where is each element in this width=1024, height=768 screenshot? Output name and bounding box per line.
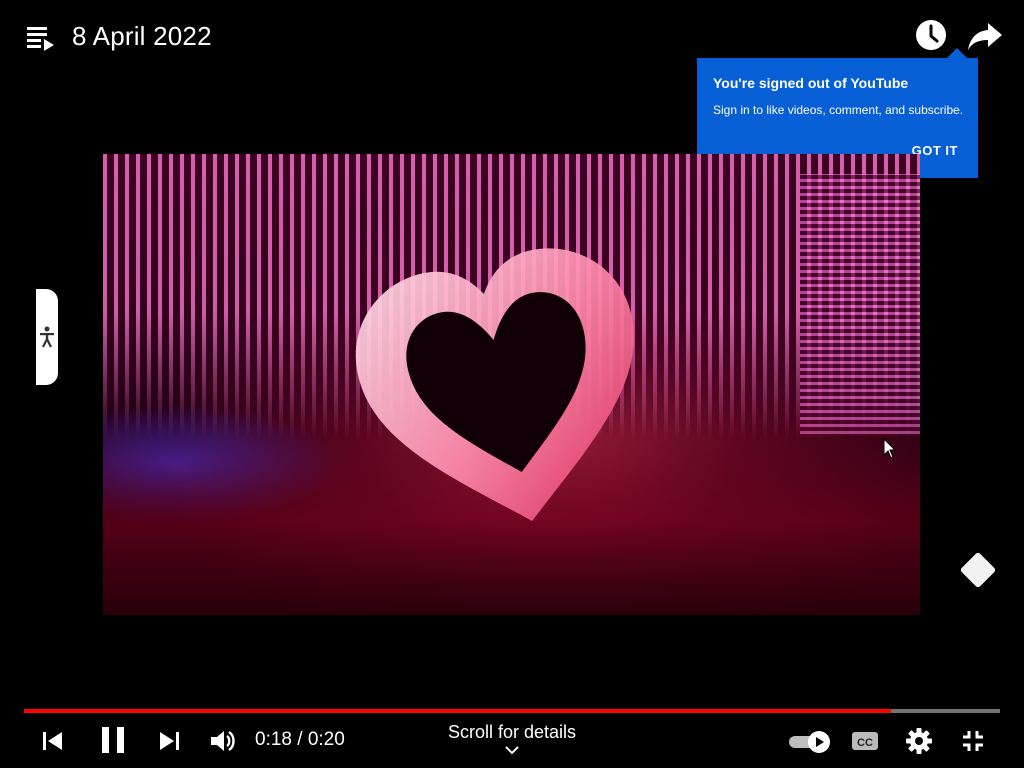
progress-bar[interactable]: [24, 709, 1000, 713]
accessibility-tab[interactable]: [36, 289, 58, 385]
diamond-button[interactable]: [956, 548, 1000, 592]
svg-text:CC: CC: [857, 737, 873, 749]
volume-button[interactable]: [208, 727, 236, 755]
video-heart-shape: [355, 248, 634, 521]
next-button[interactable]: [156, 728, 182, 754]
autoplay-toggle-icon: [789, 731, 830, 753]
tooltip-text: Sign in to like videos, comment, and sub…: [713, 103, 964, 117]
exit-fullscreen-icon: [963, 731, 983, 751]
autoplay-toggle[interactable]: [788, 730, 832, 754]
accessibility-icon: [40, 326, 54, 348]
progress-bar-played: [24, 709, 891, 713]
pause-button[interactable]: [98, 724, 128, 756]
chevron-down-icon: [505, 746, 519, 755]
tooltip-title: You're signed out of YouTube: [713, 75, 909, 91]
previous-button[interactable]: [40, 728, 66, 754]
closed-captions-icon: CC: [852, 732, 878, 750]
exit-fullscreen-button[interactable]: [960, 728, 986, 754]
skip-previous-icon: [43, 732, 62, 750]
video-frame[interactable]: [103, 154, 920, 615]
pause-icon: [102, 727, 124, 753]
playlist-play-icon: [27, 27, 54, 51]
video-title: 8 April 2022: [72, 21, 212, 51]
volume-icon: [211, 731, 235, 751]
skip-next-icon: [160, 732, 179, 750]
video-led-panel: [800, 174, 920, 434]
mouse-cursor-icon: [883, 438, 897, 459]
share-button[interactable]: [966, 20, 1004, 52]
gear-icon: [906, 728, 932, 754]
settings-button[interactable]: [905, 727, 933, 755]
watch-later-button[interactable]: [914, 18, 948, 52]
diamond-icon: [960, 552, 996, 588]
time-display: 0:18 / 0:20: [255, 729, 345, 750]
playlist-button[interactable]: [26, 24, 56, 54]
scroll-for-details-label: Scroll for details: [447, 722, 577, 742]
captions-button[interactable]: CC: [851, 729, 879, 753]
video-player: 8 April 2022 You're signed out of YouTub…: [0, 0, 1024, 768]
clock-icon: [916, 20, 946, 50]
scroll-for-details[interactable]: Scroll for details: [412, 721, 612, 755]
share-arrow-icon: [968, 23, 1002, 50]
